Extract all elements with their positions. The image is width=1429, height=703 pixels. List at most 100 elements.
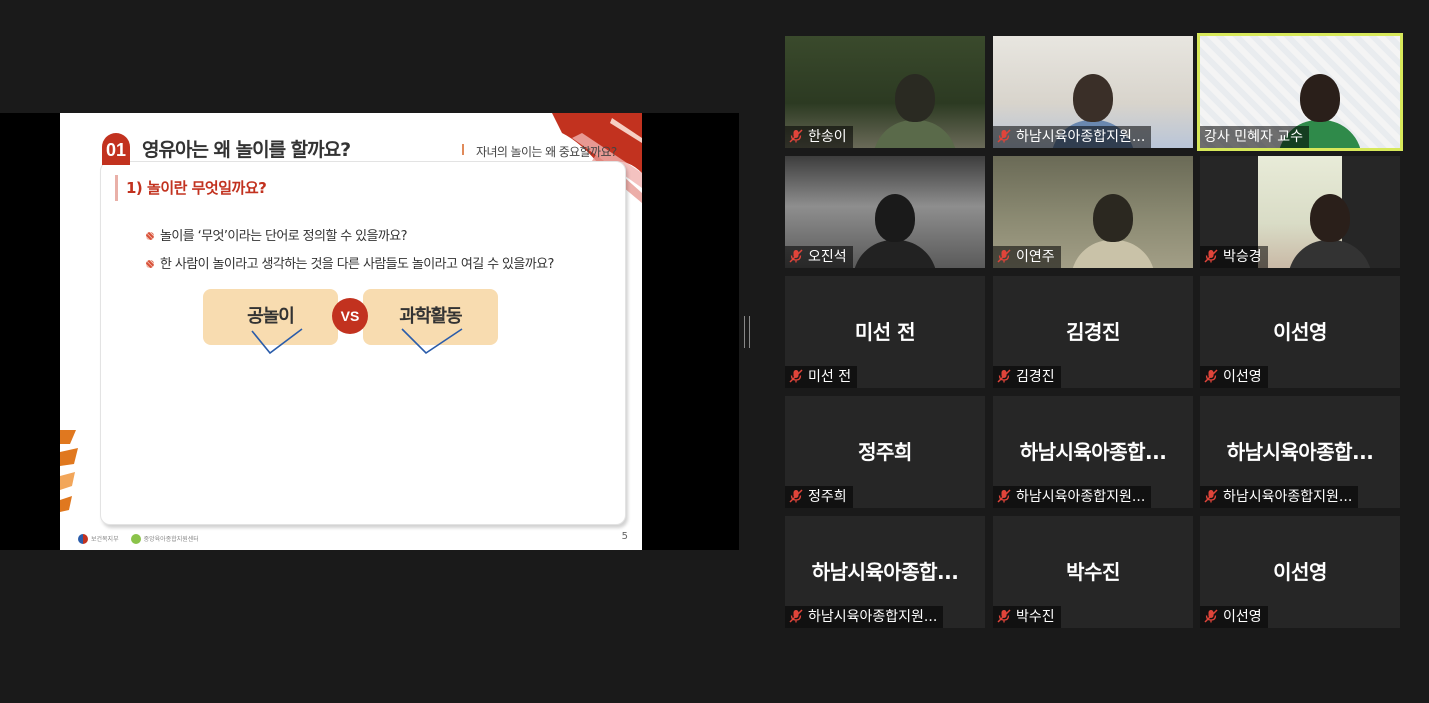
participant-silhouette xyxy=(875,194,915,242)
slide-subtitle: 자녀의 놀이는 왜 중요할까요? xyxy=(476,145,617,159)
participant-tile[interactable]: 이선영 이선영 xyxy=(1200,516,1400,628)
participant-silhouette xyxy=(1300,74,1340,122)
subtitle-divider xyxy=(462,144,464,155)
participant-silhouette xyxy=(1073,74,1113,122)
participant-display-name: 이선영 xyxy=(1273,560,1327,584)
participant-name-label: 정주희 xyxy=(785,486,853,508)
participant-tile[interactable]: 한송이 xyxy=(785,36,985,148)
participant-name-label: 하남시육아종합지원... xyxy=(993,486,1152,508)
mic-muted-icon xyxy=(997,249,1011,263)
participant-name-text: 강사 민혜자 교수 xyxy=(1204,129,1304,145)
participant-tile[interactable]: 박수진 박수진 xyxy=(993,516,1193,628)
participant-tile[interactable]: 하남시육아종합... 하남시육아종합지원... xyxy=(993,396,1193,508)
shared-screen[interactable]: 01 영유아는 왜 놀이를 할까요? 자녀의 놀이는 왜 중요할까요? 1) 놀… xyxy=(0,113,739,550)
vs-badge: VS xyxy=(332,298,368,334)
participant-name-label: 미선 전 xyxy=(785,366,858,388)
ministry-logo-icon xyxy=(78,534,88,544)
participant-tile[interactable]: 김경진 김경진 xyxy=(993,276,1193,388)
question-text: 한 사람이 놀이라고 생각하는 것을 다른 사람들도 놀이라고 여길 수 있을까… xyxy=(160,257,554,272)
participant-name-text: 김경진 xyxy=(1016,369,1055,385)
question-text: 놀이를 ‘무엇’이라는 단어로 정의할 수 있을까요? xyxy=(160,229,407,244)
participant-silhouette xyxy=(853,240,937,268)
participant-tile[interactable]: 하남시육아종합... 하남시육아종합지원... xyxy=(1200,396,1400,508)
participant-name-text: 하남시육아종합지원... xyxy=(808,609,938,625)
participant-name-label: 이선영 xyxy=(1200,366,1268,388)
participant-display-name: 하남시육아종합... xyxy=(811,560,959,584)
participant-name-label: 하남시육아종합지원... xyxy=(1200,486,1359,508)
mic-muted-icon xyxy=(789,369,803,383)
mic-muted-icon xyxy=(1204,609,1218,623)
participant-silhouette xyxy=(1310,194,1350,242)
bullet-icon xyxy=(146,231,154,240)
participant-silhouette xyxy=(873,120,957,148)
participant-name-text: 이선영 xyxy=(1223,369,1262,385)
section-marker xyxy=(115,175,118,201)
mic-muted-icon xyxy=(789,129,803,143)
center-logo-icon xyxy=(130,534,141,544)
participant-name-text: 정주희 xyxy=(808,489,847,505)
participant-tile[interactable]: 이선영 이선영 xyxy=(1200,276,1400,388)
bullet-icon xyxy=(146,259,154,268)
slide-footer: 보건복지부 중앙육아종합지원센터 xyxy=(78,534,199,544)
participant-tile[interactable]: 이연주 xyxy=(993,156,1193,268)
participant-name-text: 오진석 xyxy=(808,249,847,265)
participant-display-name: 이선영 xyxy=(1273,320,1327,344)
participant-display-name: 하남시육아종합... xyxy=(1019,440,1167,464)
participant-name-label: 하남시육아종합지원... xyxy=(785,606,944,628)
mic-muted-icon xyxy=(997,609,1011,623)
participant-display-name: 하남시육아종합... xyxy=(1226,440,1374,464)
mic-muted-icon xyxy=(1204,489,1218,503)
slide-decoration xyxy=(60,430,78,512)
participant-name-label: 오진석 xyxy=(785,246,853,268)
participant-name-label: 김경진 xyxy=(993,366,1061,388)
participant-silhouette xyxy=(1093,194,1133,242)
participant-tile[interactable]: 정주희 정주희 xyxy=(785,396,985,508)
mic-muted-icon xyxy=(1204,369,1218,383)
annotation-check-icon xyxy=(251,328,303,355)
mic-muted-icon xyxy=(997,489,1011,503)
participant-name-label: 하남시육아종합지원... xyxy=(993,126,1152,148)
section-title: 1) 놀이란 무엇일까요? xyxy=(126,179,267,197)
participant-name-text: 하남시육아종합지원... xyxy=(1223,489,1353,505)
participant-name-text: 하남시육아종합지원... xyxy=(1016,129,1146,145)
participant-silhouette xyxy=(895,74,935,122)
slide-title: 영유아는 왜 놀이를 할까요? xyxy=(142,139,351,161)
participant-tile[interactable]: 오진석 xyxy=(785,156,985,268)
participant-name-label: 강사 민혜자 교수 xyxy=(1200,126,1310,148)
question-item: 한 사람이 놀이라고 생각하는 것을 다른 사람들도 놀이라고 여길 수 있을까… xyxy=(146,253,554,272)
annotation-check-icon xyxy=(401,328,463,355)
split-resize-handle[interactable] xyxy=(744,316,750,348)
participant-tile[interactable]: 박승경 xyxy=(1200,156,1400,268)
participant-name-label: 한송이 xyxy=(785,126,853,148)
section-number-badge: 01 xyxy=(102,133,130,165)
participant-name-label: 이선영 xyxy=(1200,606,1268,628)
participant-name-text: 박승경 xyxy=(1223,249,1262,265)
participant-tile[interactable]: 하남시육아종합지원... xyxy=(993,36,1193,148)
mic-muted-icon xyxy=(789,249,803,263)
participant-name-label: 박승경 xyxy=(1200,246,1268,268)
participant-name-text: 이연주 xyxy=(1016,249,1055,265)
mic-muted-icon xyxy=(1204,249,1218,263)
mic-muted-icon xyxy=(997,129,1011,143)
participant-display-name: 정주희 xyxy=(858,440,912,464)
participant-name-text: 미선 전 xyxy=(808,369,852,385)
participant-display-name: 김경진 xyxy=(1066,320,1120,344)
participant-name-text: 이선영 xyxy=(1223,609,1262,625)
participant-display-name: 미선 전 xyxy=(854,320,916,344)
mic-muted-icon xyxy=(997,369,1011,383)
question-item: 놀이를 ‘무엇’이라는 단어로 정의할 수 있을까요? xyxy=(146,225,407,244)
presentation-slide: 01 영유아는 왜 놀이를 할까요? 자녀의 놀이는 왜 중요할까요? 1) 놀… xyxy=(60,113,642,550)
participant-tile[interactable]: 미선 전 미선 전 xyxy=(785,276,985,388)
mic-muted-icon xyxy=(789,489,803,503)
slide-content-card xyxy=(100,161,626,525)
participant-name-text: 하남시육아종합지원... xyxy=(1016,489,1146,505)
page-number: 5 xyxy=(621,531,628,542)
participant-name-label: 이연주 xyxy=(993,246,1061,268)
participant-tile[interactable]: 강사 민혜자 교수 xyxy=(1197,33,1403,151)
participant-silhouette xyxy=(1071,240,1155,268)
participant-name-text: 한송이 xyxy=(808,129,847,145)
participant-name-text: 박수진 xyxy=(1016,609,1055,625)
participant-tile[interactable]: 하남시육아종합... 하남시육아종합지원... xyxy=(785,516,985,628)
participant-name-label: 박수진 xyxy=(993,606,1061,628)
participant-display-name: 박수진 xyxy=(1066,560,1120,584)
